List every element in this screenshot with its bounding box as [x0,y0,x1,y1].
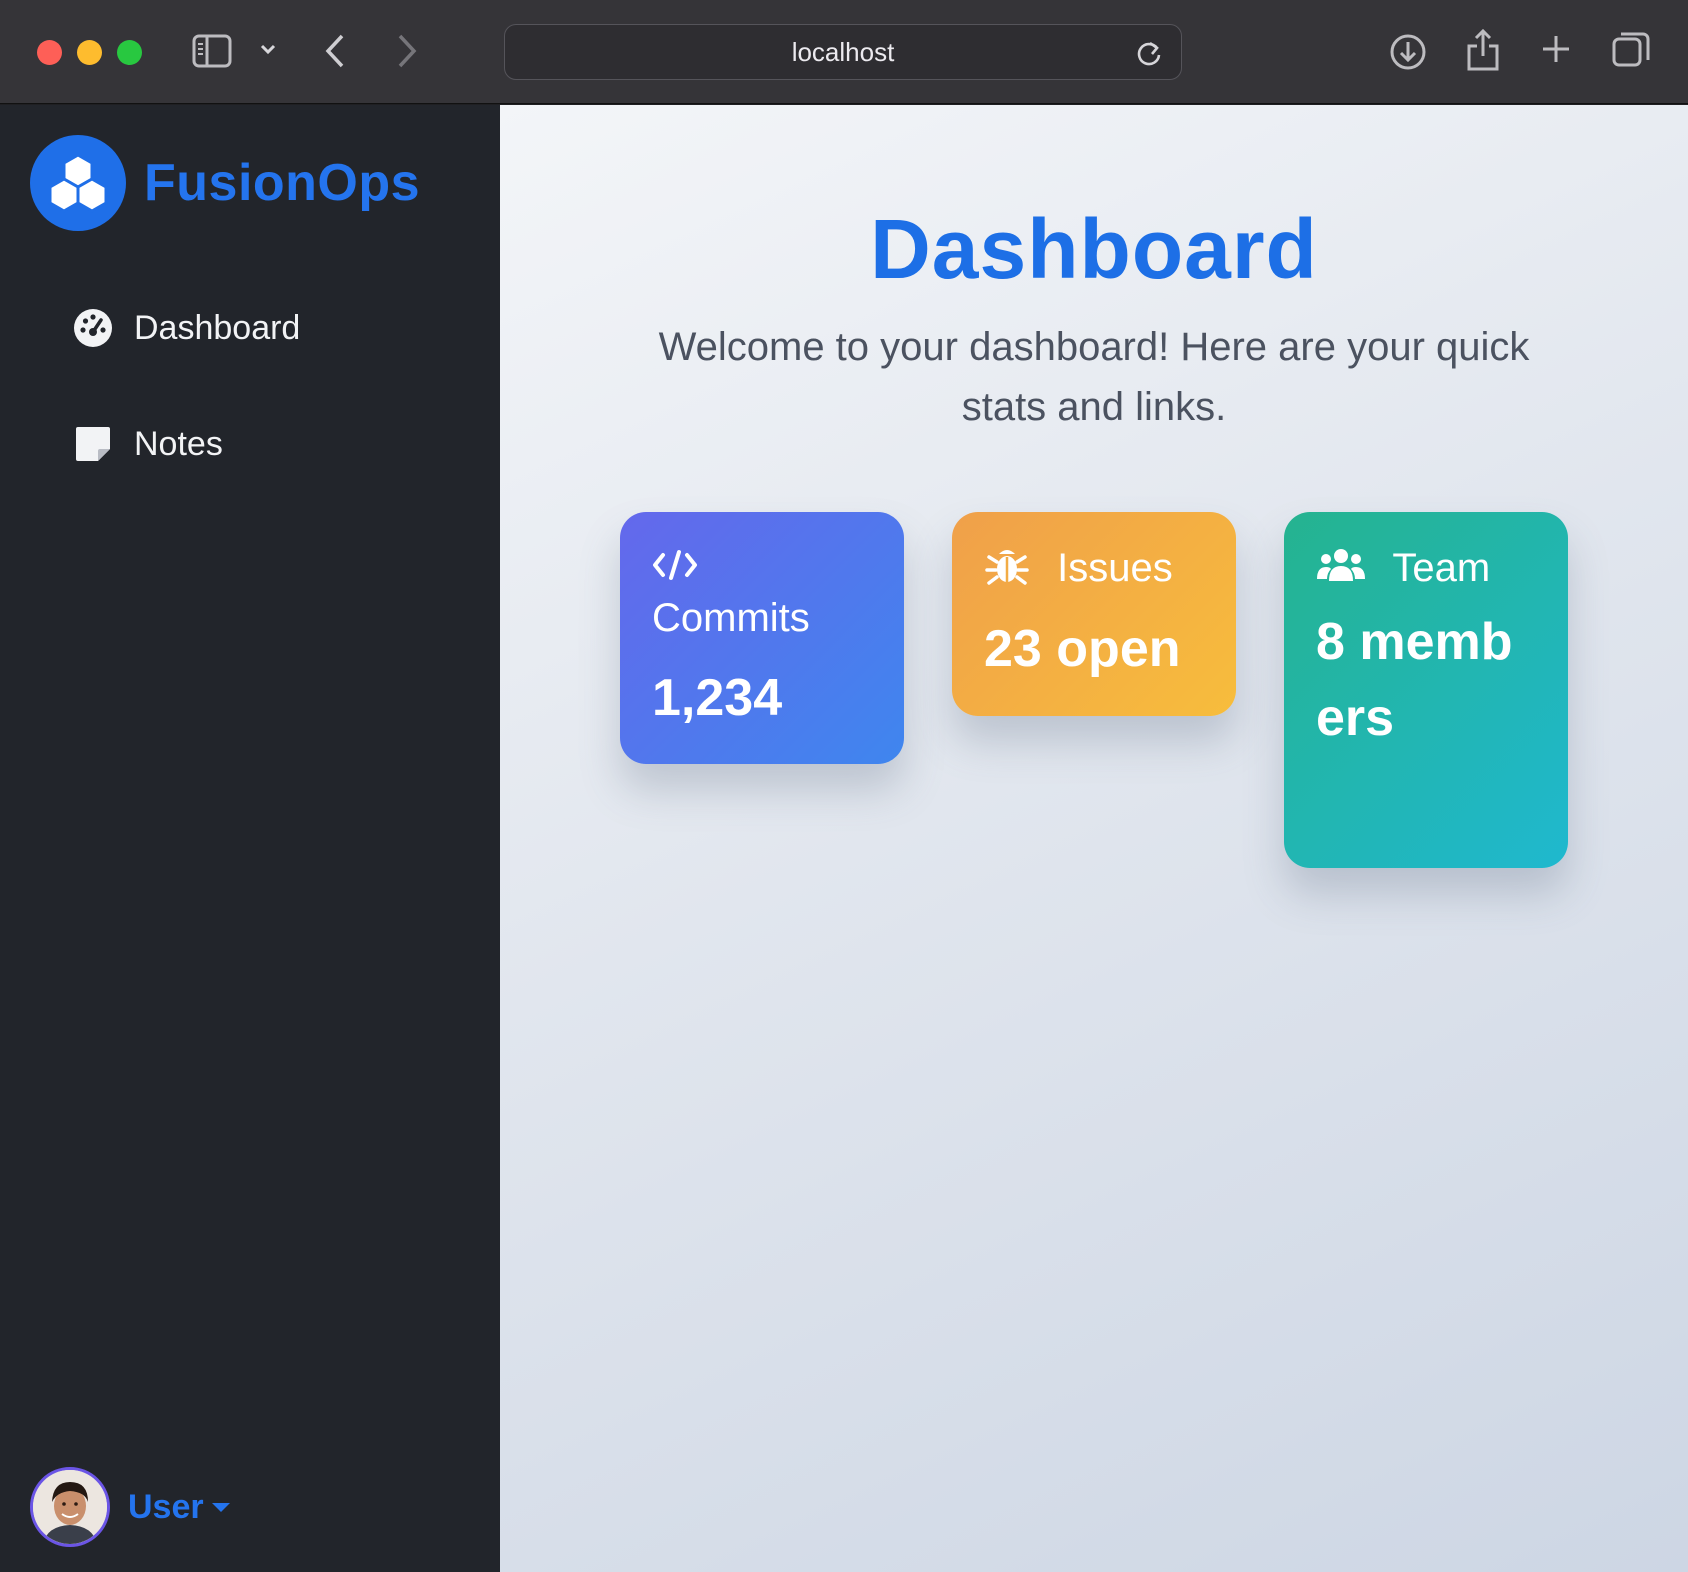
caret-down-icon [211,1502,230,1512]
cubes-logo-icon [30,135,126,231]
main-content: Dashboard Welcome to your dashboard! Her… [500,105,1688,1572]
code-icon [652,544,856,592]
user-label: User [128,1488,230,1527]
card-value: 23 open [984,620,1181,678]
close-window-button[interactable] [37,40,62,65]
card-value: 8 members [1316,613,1513,748]
browser-toolbar: localhost [0,0,1688,104]
sidebar-item-label: Dashboard [134,308,301,347]
stat-card-issues[interactable]: Issues 23 open [952,512,1236,716]
brand-name: FusionOps [144,154,421,212]
card-label: Team [1392,546,1491,590]
brand[interactable]: FusionOps [30,135,420,231]
sidebar: FusionOps Dashboard Notes User [0,105,500,1572]
gauge-icon [72,307,114,349]
sidebar-item-notes[interactable]: Notes [72,423,223,465]
users-icon [1316,546,1366,594]
download-icon[interactable] [1388,32,1428,72]
share-icon[interactable] [1466,28,1500,72]
card-label: Issues [1057,546,1173,591]
page-title: Dashboard [870,202,1318,296]
tab-overview-icon[interactable] [1612,31,1650,69]
sidebar-toggle-icon[interactable] [192,34,232,68]
card-header: Team [1316,544,1536,594]
user-menu[interactable]: User [30,1467,230,1547]
stat-card-team[interactable]: Team 8 members [1284,512,1568,868]
card-header: Issues [984,544,1204,597]
card-label: Commits [652,596,810,640]
new-tab-icon[interactable] [1540,33,1572,65]
card-value: 1,234 [652,669,783,727]
sticky-note-icon [72,423,114,465]
stat-card-commits[interactable]: Commits 1,234 [620,512,904,764]
address-bar[interactable]: localhost [504,24,1182,80]
browser-window: localhost FusionOps Dashboard Notes User… [0,0,1688,1572]
url-text: localhost [791,36,895,67]
sidebar-item-dashboard[interactable]: Dashboard [72,307,300,349]
avatar [30,1467,110,1547]
bug-icon [984,544,1030,597]
chevron-down-icon[interactable] [260,43,276,55]
back-icon[interactable] [324,33,346,69]
page-subtitle: Welcome to your dashboard! Here are your… [658,325,1530,429]
minimize-window-button[interactable] [77,40,102,65]
reload-icon[interactable] [1135,39,1163,72]
card-header: Commits [652,544,872,642]
maximize-window-button[interactable] [117,40,142,65]
forward-icon[interactable] [396,33,418,69]
user-name: User [128,1487,204,1526]
sidebar-item-label: Notes [134,424,223,463]
